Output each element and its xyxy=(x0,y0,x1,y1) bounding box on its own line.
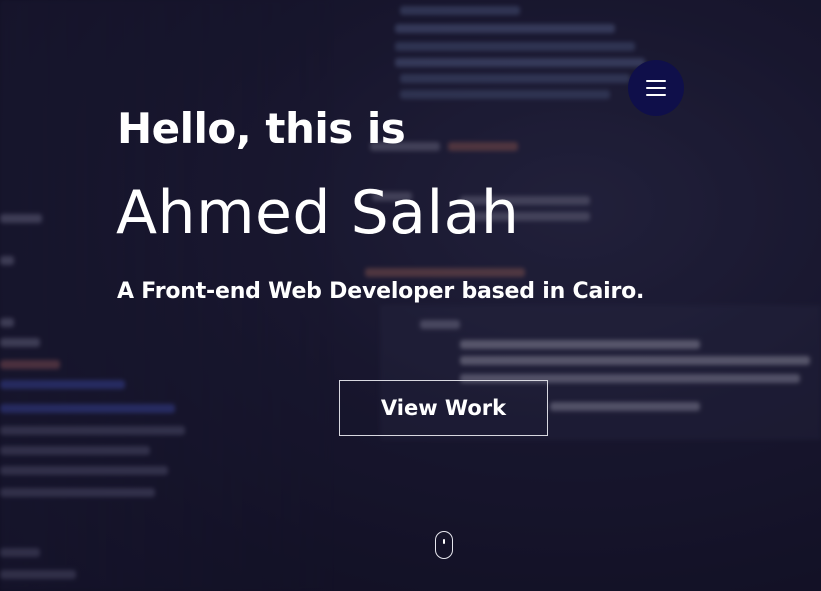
hamburger-menu-icon xyxy=(646,87,666,89)
hamburger-menu-icon xyxy=(646,80,666,82)
mouse-scroll-icon[interactable] xyxy=(435,531,453,559)
tagline: A Front-end Web Developer based in Cairo… xyxy=(117,279,645,304)
view-work-button[interactable]: View Work xyxy=(339,380,548,436)
greeting-heading: Hello, this is xyxy=(117,104,406,153)
scroll-wheel xyxy=(442,539,445,544)
name-heading: Ahmed Salah xyxy=(116,178,520,248)
menu-button[interactable] xyxy=(628,60,684,116)
hamburger-menu-icon xyxy=(646,94,666,96)
hero-content: Hello, this is Ahmed Salah A Front-end W… xyxy=(0,0,821,591)
hero-section: Hello, this is Ahmed Salah A Front-end W… xyxy=(0,0,821,591)
